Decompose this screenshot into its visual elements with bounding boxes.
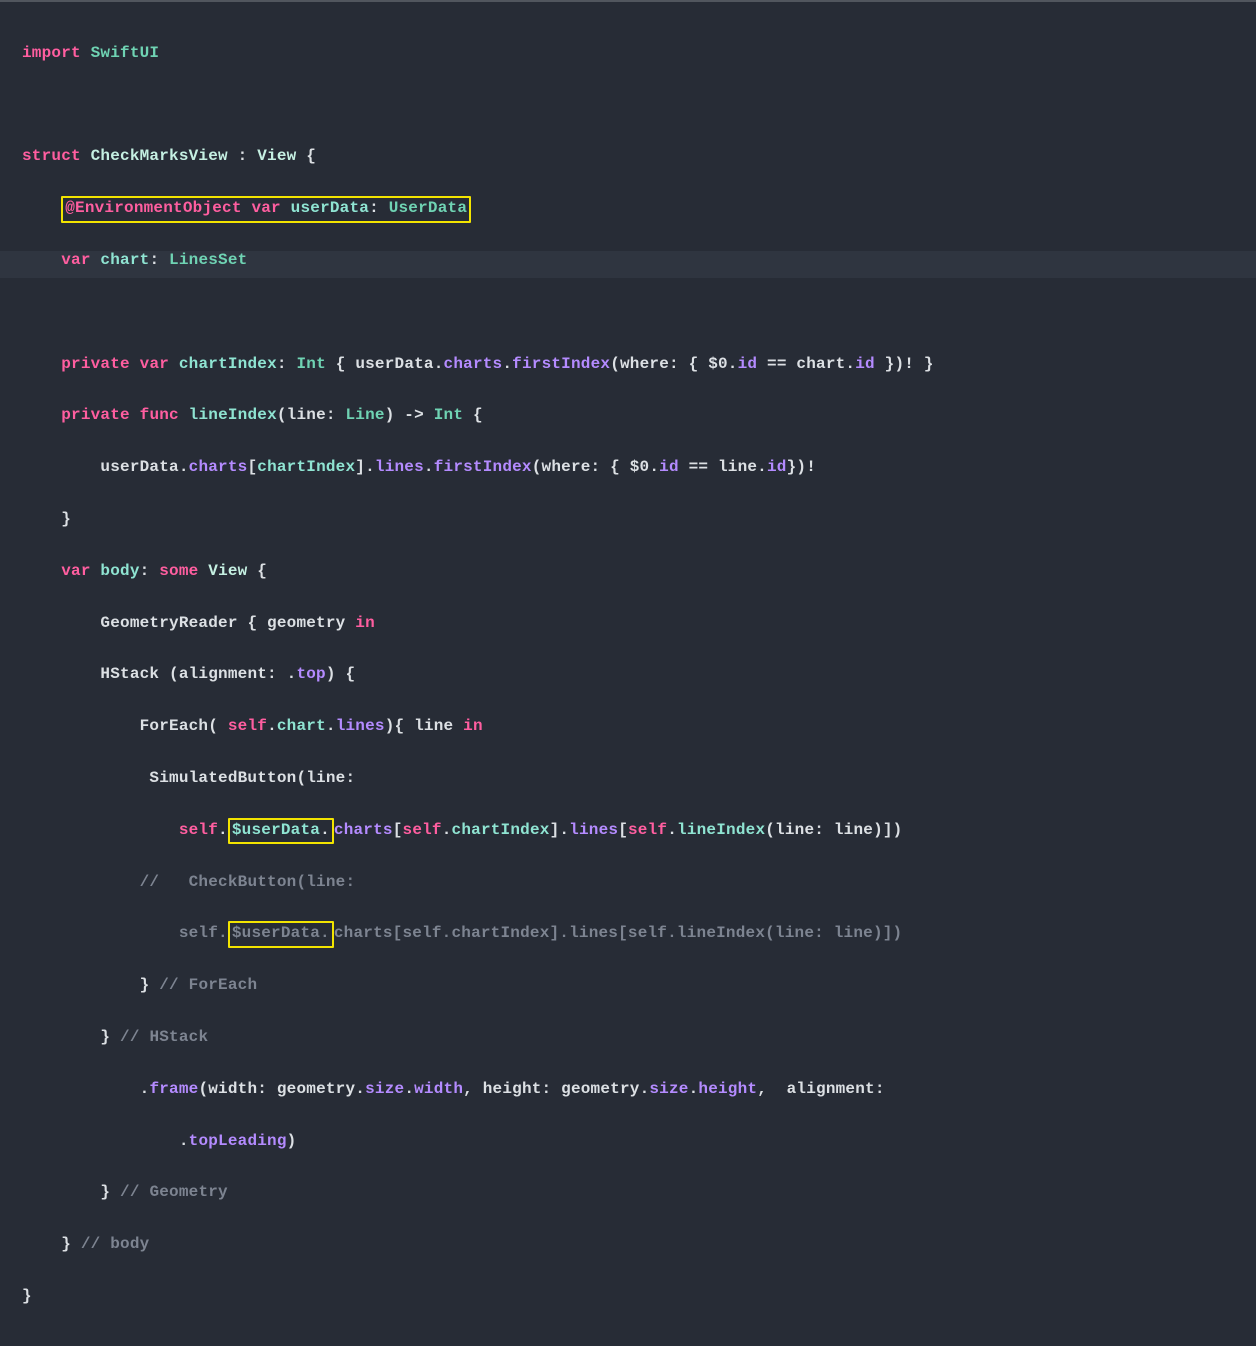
code-editor[interactable]: import SwiftUI struct CheckMarksView : V… — [0, 2, 1256, 1346]
code-line: private func lineIndex(line: Line) -> In… — [22, 403, 1246, 430]
code-line: GeometryReader { geometry in — [22, 611, 1246, 638]
code-line: import SwiftUI — [22, 41, 1246, 68]
code-line: } // ForEach — [22, 973, 1246, 1000]
code-line: } — [22, 507, 1246, 534]
code-line-cursor: var chart: LinesSet — [22, 248, 1246, 275]
highlight-box-userdata-1: $userData. — [228, 818, 334, 845]
code-line — [22, 93, 1246, 120]
code-line: self.$userData.charts[self.chartIndex].l… — [22, 921, 1246, 948]
code-line: struct CheckMarksView : View { — [22, 144, 1246, 171]
code-line: userData.charts[chartIndex].lines.firstI… — [22, 455, 1246, 482]
code-line: .frame(width: geometry.size.width, heigh… — [22, 1077, 1246, 1104]
highlight-box-userdata-2: $userData. — [228, 921, 334, 948]
code-line: } // body — [22, 1232, 1246, 1259]
code-line: ForEach( self.chart.lines){ line in — [22, 714, 1246, 741]
code-line-highlighted: @EnvironmentObject var userData: UserDat… — [22, 196, 1246, 223]
highlight-box-env-object: @EnvironmentObject var userData: UserDat… — [61, 196, 471, 223]
code-line: SimulatedButton(line: — [22, 766, 1246, 793]
code-line: private var chartIndex: Int { userData.c… — [22, 352, 1246, 379]
code-line: .topLeading) — [22, 1129, 1246, 1156]
code-line: var body: some View { — [22, 559, 1246, 586]
code-line: // CheckButton(line: — [22, 870, 1246, 897]
code-line: } // Geometry — [22, 1180, 1246, 1207]
code-line — [22, 300, 1246, 327]
code-line: self.$userData.charts[self.chartIndex].l… — [22, 818, 1246, 845]
code-line: } — [22, 1284, 1246, 1311]
code-line: } // HStack — [22, 1025, 1246, 1052]
code-line: HStack (alignment: .top) { — [22, 662, 1246, 689]
